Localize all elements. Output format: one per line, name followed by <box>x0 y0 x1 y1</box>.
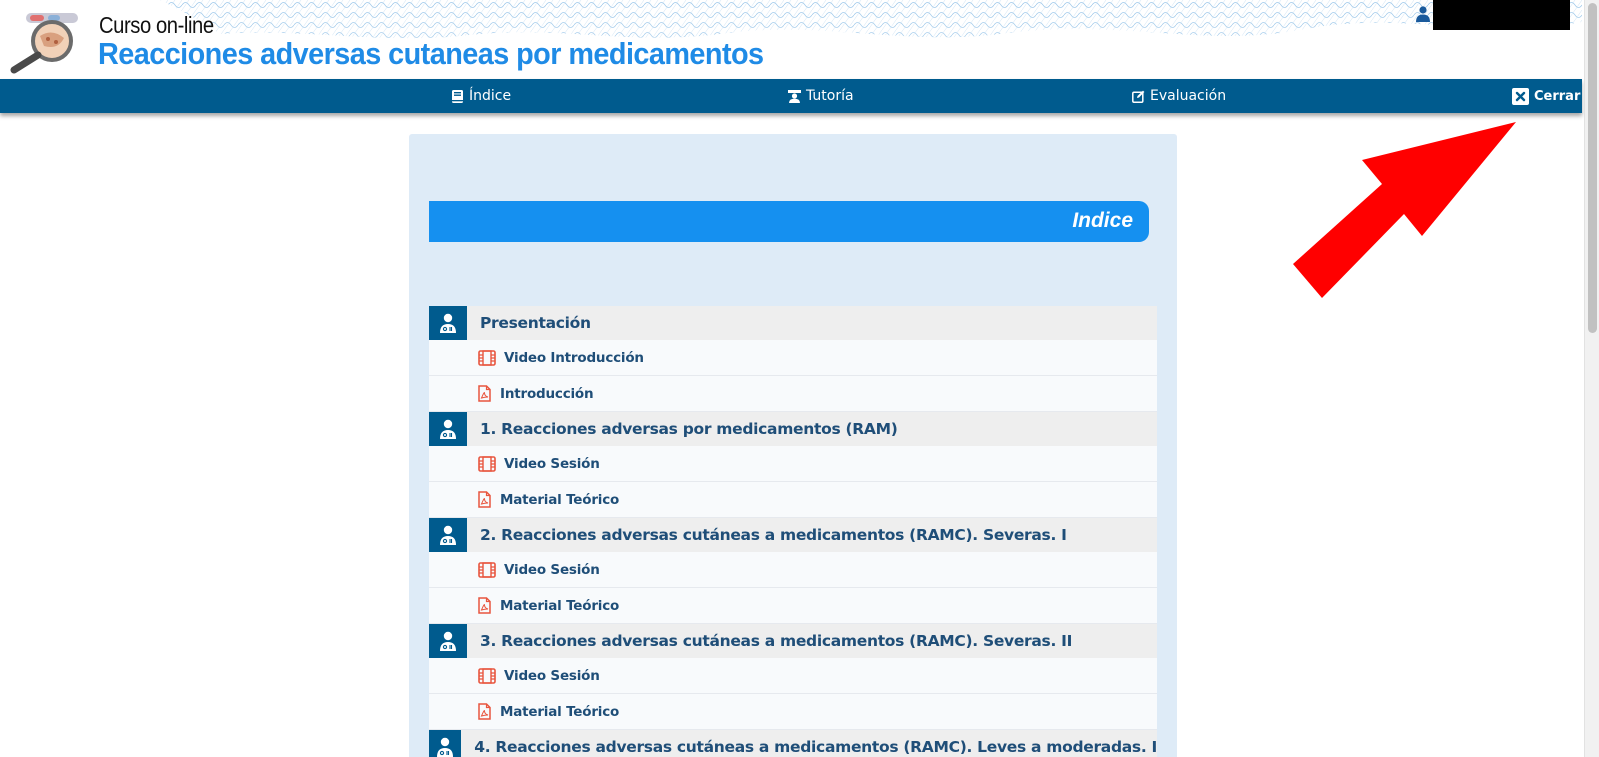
section-header[interactable]: 1. Reacciones adversas por medicamentos … <box>429 412 1157 446</box>
nav-indice[interactable]: Índice <box>451 79 511 113</box>
section-label: 1. Reacciones adversas por medicamentos … <box>480 420 898 438</box>
course-label: Curso on-line <box>99 12 214 38</box>
doctor-icon <box>440 525 456 545</box>
close-button-label: Cerrar <box>1534 88 1581 104</box>
scrollbar-thumb[interactable] <box>1588 3 1597 333</box>
teacher-icon <box>788 89 801 103</box>
doctor-icon <box>440 419 456 439</box>
list-item-label: Video Sesión <box>504 667 600 684</box>
doctor-icon <box>440 631 456 651</box>
pdf-file-icon <box>478 491 491 508</box>
section-icon-wrap <box>429 518 467 552</box>
user-icon <box>1416 6 1430 22</box>
course-title: Reacciones adversas cutaneas por medicam… <box>98 36 764 71</box>
list-item-label: Video Introducción <box>504 349 644 366</box>
list-item[interactable]: Material Teórico <box>429 694 1157 730</box>
site-header: Curso on-line Reacciones adversas cutane… <box>0 0 1582 79</box>
pdf-file-icon <box>478 597 491 614</box>
doctor-icon <box>440 313 456 333</box>
film-icon <box>478 561 496 578</box>
film-icon <box>478 349 496 366</box>
list-item-label: Introducción <box>500 385 594 402</box>
close-icon <box>1512 87 1529 105</box>
section-icon-wrap <box>429 624 467 658</box>
main-navigation: Índice Tutoría Evaluación Cerrar <box>0 79 1582 113</box>
nav-evaluacion[interactable]: Evaluación <box>1132 79 1226 113</box>
user-name-redacted[interactable] <box>1433 0 1570 30</box>
list-item[interactable]: Video Sesión <box>429 552 1157 588</box>
section-label: 2. Reacciones adversas cutáneas a medica… <box>480 526 1067 544</box>
doctor-icon <box>437 737 454 757</box>
list-item-label: Material Teórico <box>500 597 620 614</box>
list-item[interactable]: Introducción <box>429 376 1157 412</box>
pdf-file-icon <box>478 703 491 720</box>
section-icon-wrap <box>429 306 467 340</box>
list-item[interactable]: Video Introducción <box>429 340 1157 376</box>
page: Curso on-line Reacciones adversas cutane… <box>0 0 1599 757</box>
film-icon <box>478 455 496 472</box>
pdf-file-icon <box>478 385 491 402</box>
course-logo-magnifier <box>10 13 78 74</box>
nav-tutoria-label: Tutoría <box>806 88 854 104</box>
section-label: 3. Reacciones adversas cutáneas a medica… <box>480 632 1073 650</box>
red-arrow-annotation <box>1293 122 1516 298</box>
nav-indice-label: Índice <box>469 88 512 104</box>
list-item-label: Video Sesión <box>504 561 600 578</box>
section-icon-wrap <box>429 730 462 757</box>
page-scrollbar[interactable] <box>1584 0 1599 757</box>
list-item[interactable]: Video Sesión <box>429 658 1157 694</box>
film-icon <box>478 667 496 684</box>
index-banner: Indice <box>429 201 1149 242</box>
list-item[interactable]: Material Teórico <box>429 482 1157 518</box>
section-label: Presentación <box>480 314 591 332</box>
nav-evaluacion-label: Evaluación <box>1150 88 1227 104</box>
list-item-label: Material Teórico <box>500 491 620 508</box>
section-header[interactable]: 2. Reacciones adversas cutáneas a medica… <box>429 518 1157 552</box>
book-icon <box>452 89 463 103</box>
section-header[interactable]: 3. Reacciones adversas cutáneas a medica… <box>429 624 1157 658</box>
list-item-label: Material Teórico <box>500 703 620 720</box>
close-button[interactable]: Cerrar <box>1512 79 1580 113</box>
list-item-label: Video Sesión <box>504 455 600 472</box>
section-header[interactable]: Presentación <box>429 306 1157 340</box>
section-header[interactable]: 4. Reacciones adversas cutáneas a medica… <box>429 730 1157 757</box>
list-item[interactable]: Material Teórico <box>429 588 1157 624</box>
index-title: Indice <box>1072 209 1133 232</box>
nav-tutoria[interactable]: Tutoría <box>788 79 854 113</box>
index-list: Presentación Video Introducción Introduc… <box>429 306 1157 757</box>
section-icon-wrap <box>429 412 467 446</box>
list-item[interactable]: Video Sesión <box>429 446 1157 482</box>
edit-icon <box>1132 90 1145 103</box>
section-label: 4. Reacciones adversas cutáneas a medica… <box>474 738 1157 756</box>
